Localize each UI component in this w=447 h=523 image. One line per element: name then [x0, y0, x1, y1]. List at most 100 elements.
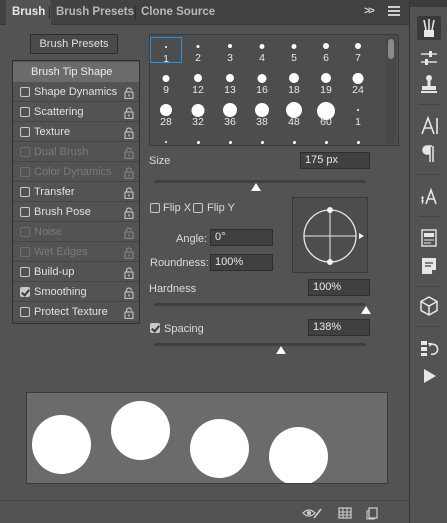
brush-tip-size: 38 [256, 116, 268, 128]
spacing-field[interactable]: 138% [308, 319, 370, 336]
lock-icon[interactable] [124, 266, 134, 280]
lock-icon[interactable] [124, 186, 134, 200]
notes-icon[interactable] [417, 254, 441, 278]
option-divider [13, 321, 139, 322]
brush-tip-13[interactable]: 13 [214, 69, 246, 96]
brush-settings-icon[interactable] [417, 46, 441, 70]
brush-tip-38[interactable]: 38 [246, 101, 278, 128]
brush-pose-label: Brush Pose [34, 206, 91, 218]
option-shape-dynamics[interactable]: Shape Dynamics [13, 82, 139, 102]
collapse-panel-icon[interactable]: >> [364, 5, 375, 17]
brush-tip-24[interactable]: 24 [342, 69, 374, 96]
lock-icon[interactable] [124, 246, 134, 260]
brush-tip-48[interactable]: 48 [278, 101, 310, 128]
paragraph-styles-icon[interactable] [417, 226, 441, 250]
lock-icon[interactable] [124, 286, 134, 300]
eye-brush-icon[interactable] [302, 506, 322, 520]
hardness-slider-track[interactable] [154, 303, 366, 306]
lock-icon[interactable] [124, 226, 134, 240]
shape-dynamics-checkbox[interactable] [20, 87, 30, 97]
brush-tip-size: 5 [291, 52, 297, 64]
texture-checkbox[interactable] [20, 127, 30, 137]
brush-tip-4[interactable]: 4 [246, 37, 278, 64]
color-dynamics-checkbox[interactable] [20, 167, 30, 177]
brush-tip-36[interactable]: 36 [214, 101, 246, 128]
option-protect-texture[interactable]: Protect Texture [13, 302, 139, 322]
brush-pose-checkbox[interactable] [20, 207, 30, 217]
character-styles-icon[interactable] [417, 184, 441, 208]
option-color-dynamics[interactable]: Color Dynamics [13, 162, 139, 182]
tab-clone-source[interactable]: Clone Source [135, 0, 221, 25]
hardness-slider-thumb[interactable] [361, 306, 371, 314]
option-transfer[interactable]: Transfer [13, 182, 139, 202]
brush-tip-16[interactable]: 16 [246, 69, 278, 96]
dual-brush-checkbox[interactable] [20, 147, 30, 157]
roundness-field[interactable]: 100% [210, 254, 273, 271]
brush-tip-1[interactable]: 1 [342, 101, 374, 128]
angle-roundness-widget[interactable] [292, 197, 368, 273]
spacing-checkbox[interactable] [150, 323, 160, 333]
play-icon[interactable] [417, 364, 441, 388]
brush-tip-scroll-thumb[interactable] [388, 39, 394, 59]
option-scattering[interactable]: Scattering [13, 102, 139, 122]
lock-icon[interactable] [124, 126, 134, 140]
paragraph-icon[interactable] [417, 142, 441, 166]
brush-tip-28[interactable]: 28 [150, 101, 182, 128]
brush-tip-6[interactable]: 6 [310, 37, 342, 64]
option-build-up[interactable]: Build-up [13, 262, 139, 282]
brush-tip-2[interactable]: 2 [182, 37, 214, 64]
brush-tip-7[interactable]: 7 [342, 37, 374, 64]
tab-brush-presets[interactable]: Brush Presets [50, 0, 140, 25]
brush-tip-size: 7 [355, 52, 361, 64]
3d-icon[interactable] [417, 294, 441, 318]
spacing-slider-thumb[interactable] [276, 346, 287, 354]
option-brush-tip-shape[interactable]: Brush Tip Shape [13, 62, 139, 82]
brush-tip-preview [191, 103, 205, 117]
option-texture[interactable]: Texture [13, 122, 139, 142]
hardness-field[interactable]: 100% [308, 279, 370, 296]
brush-tip-32[interactable]: 32 [182, 101, 214, 128]
transfer-checkbox[interactable] [20, 187, 30, 197]
brush-tip-3[interactable]: 3 [214, 37, 246, 64]
build-up-checkbox[interactable] [20, 267, 30, 277]
brush-tip-18[interactable]: 18 [278, 69, 310, 96]
option-dual-brush[interactable]: Dual Brush [13, 142, 139, 162]
character-icon[interactable] [417, 114, 441, 138]
option-wet-edges[interactable]: Wet Edges [13, 242, 139, 262]
wet-edges-checkbox[interactable] [20, 247, 30, 257]
flip-y-checkbox[interactable] [193, 203, 203, 213]
brush-tip-60[interactable]: 60 [310, 101, 342, 128]
protect-texture-checkbox[interactable] [20, 307, 30, 317]
grid-panel-icon[interactable] [338, 506, 352, 520]
panel-menu-icon[interactable] [388, 6, 400, 18]
size-slider-thumb[interactable] [250, 183, 261, 191]
brush-tip-preview [289, 73, 299, 83]
new-preset-icon[interactable] [366, 506, 380, 520]
spacing-slider-track[interactable] [154, 343, 366, 346]
option-noise[interactable]: Noise [13, 222, 139, 242]
brush-tip-5[interactable]: 5 [278, 37, 310, 64]
lock-icon[interactable] [124, 306, 134, 320]
noise-checkbox[interactable] [20, 227, 30, 237]
lock-icon[interactable] [124, 206, 134, 220]
brush-tip-19[interactable]: 19 [310, 69, 342, 96]
brush-tip-12[interactable]: 12 [182, 69, 214, 96]
option-smoothing[interactable]: Smoothing [13, 282, 139, 302]
brush-tip-9[interactable]: 9 [150, 69, 182, 96]
lock-icon[interactable] [124, 146, 134, 160]
option-brush-pose[interactable]: Brush Pose [13, 202, 139, 222]
clone-stamp-icon[interactable] [417, 72, 441, 96]
size-field[interactable]: 175 px [300, 152, 370, 169]
lock-icon[interactable] [124, 86, 134, 100]
history-icon[interactable] [417, 336, 441, 360]
brush-presets-button[interactable]: Brush Presets [30, 34, 118, 54]
angle-field[interactable]: 0° [210, 229, 273, 246]
lock-icon[interactable] [124, 166, 134, 180]
scattering-checkbox[interactable] [20, 107, 30, 117]
smoothing-checkbox[interactable] [20, 287, 30, 297]
tab-brush[interactable]: Brush [6, 0, 52, 25]
brush-tip-1[interactable]: 1 [150, 37, 182, 65]
lock-icon[interactable] [124, 106, 134, 120]
flip-x-checkbox[interactable] [150, 203, 160, 213]
brush-panel-icon[interactable] [417, 16, 441, 40]
